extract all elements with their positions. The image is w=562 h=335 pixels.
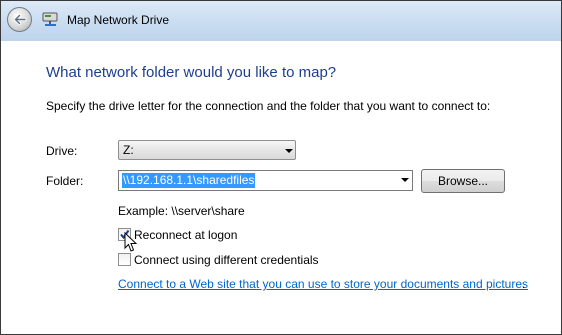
drive-select[interactable]: Z: <box>118 140 296 160</box>
browse-button[interactable]: Browse... <box>421 169 505 193</box>
link-suffix: . <box>522 277 526 291</box>
title-bar: Map Network Drive <box>1 1 561 41</box>
folder-input[interactable]: \\192.168.1.1\sharedfiles <box>118 170 413 191</box>
dialog-window: Map Network Drive What network folder wo… <box>0 0 562 335</box>
example-text: Example: \\server\share <box>118 204 245 218</box>
mouse-pointer-icon <box>124 232 138 252</box>
window-title: Map Network Drive <box>67 13 170 27</box>
folder-value: \\192.168.1.1\sharedfiles <box>122 173 256 188</box>
reconnect-label[interactable]: Reconnect at logon <box>134 228 237 242</box>
page-heading: What network folder would you like to ma… <box>46 64 337 81</box>
chevron-down-icon <box>285 149 293 153</box>
folder-label: Folder: <box>46 174 84 188</box>
credentials-label[interactable]: Connect using different credentials <box>134 253 319 267</box>
web-site-link[interactable]: Connect to a Web site that you can use t… <box>118 277 528 291</box>
back-arrow-icon <box>14 14 27 25</box>
back-button[interactable] <box>7 7 32 32</box>
folder-dropdown-icon[interactable] <box>401 178 409 182</box>
credentials-checkbox[interactable] <box>118 253 131 266</box>
drive-label: Drive: <box>46 144 78 158</box>
drive-value: Z: <box>123 143 134 157</box>
network-drive-icon <box>42 12 58 26</box>
instruction-text: Specify the drive letter for the connect… <box>46 99 491 113</box>
